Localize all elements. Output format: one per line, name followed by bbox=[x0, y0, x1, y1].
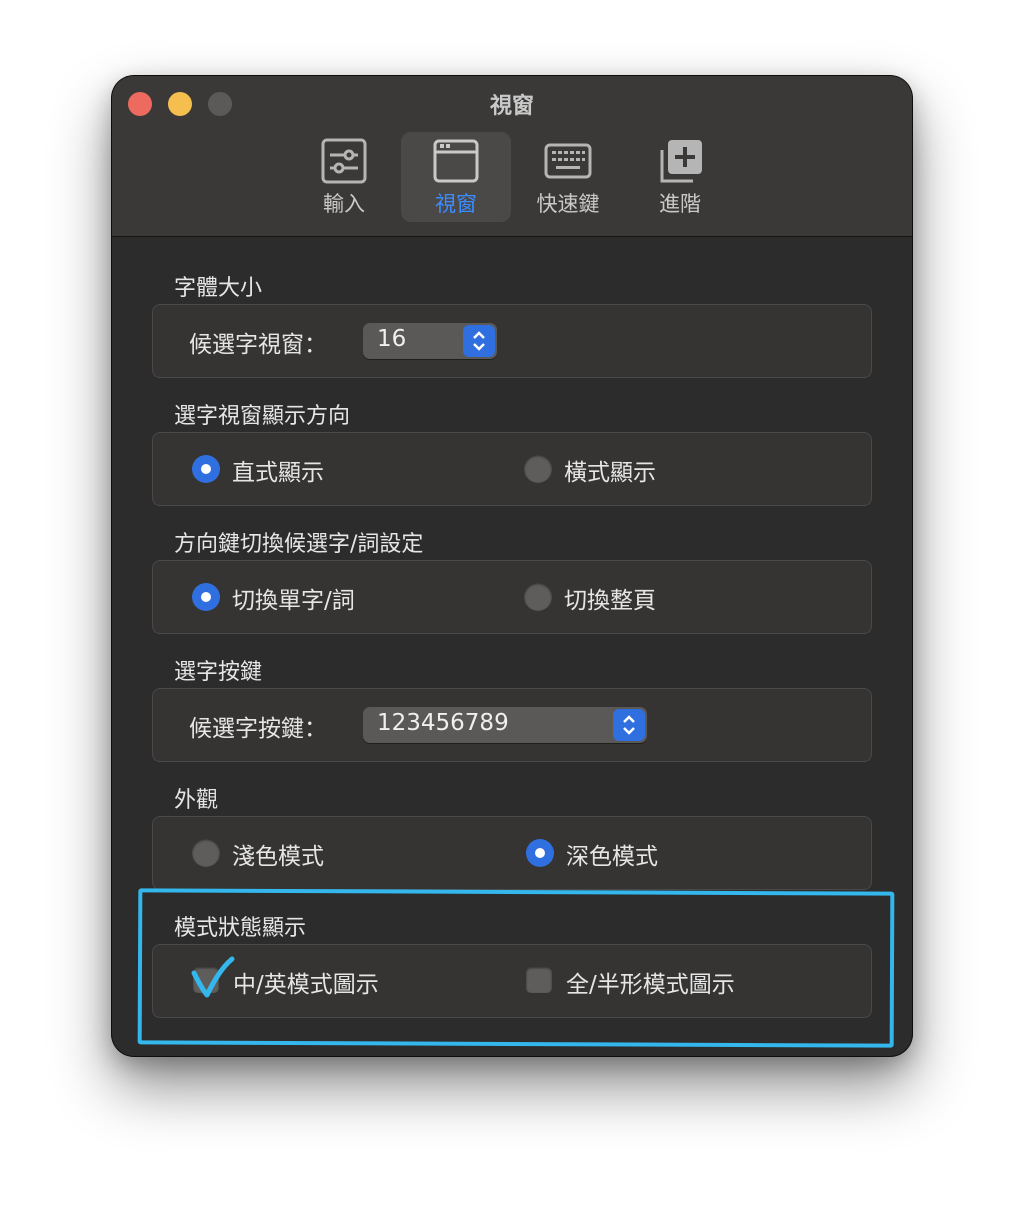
radio-label: 直式顯示 bbox=[232, 460, 324, 486]
font-size-box: 候選字視窗： 16 bbox=[152, 304, 872, 378]
orientation-box: 直式顯示 橫式顯示 bbox=[152, 432, 872, 506]
popup-stepper bbox=[463, 325, 495, 357]
tab-label: 進階 bbox=[659, 192, 701, 216]
tab-input[interactable]: 輸入 bbox=[289, 132, 399, 222]
section-title-font-size: 字體大小 bbox=[174, 276, 263, 301]
window-title: 視窗 bbox=[489, 94, 534, 119]
section-title-appearance: 外觀 bbox=[174, 788, 219, 813]
radio-button[interactable] bbox=[526, 839, 554, 867]
candidate-keys-label: 候選字按鍵： bbox=[189, 716, 327, 742]
radio-label: 切換整頁 bbox=[564, 588, 656, 614]
radio-label: 橫式顯示 bbox=[564, 460, 656, 486]
chevron-up-down-icon bbox=[473, 331, 485, 351]
tab-advanced[interactable]: 進階 bbox=[625, 132, 735, 222]
section-title-mode-status: 模式狀態顯示 bbox=[174, 916, 307, 941]
sliders-icon bbox=[321, 138, 367, 184]
radio-label: 淺色模式 bbox=[232, 844, 324, 870]
tab-window[interactable]: 視窗 bbox=[401, 132, 511, 222]
window-icon bbox=[433, 139, 479, 183]
select-keys-popup[interactable]: 123456789 bbox=[363, 707, 647, 743]
tab-label: 視窗 bbox=[435, 192, 477, 216]
mode-status-box: 中/英模式圖示 全/半形模式圖示 bbox=[152, 944, 872, 1018]
radio-label: 切換單字/詞 bbox=[232, 588, 355, 614]
font-size-value: 16 bbox=[377, 326, 407, 352]
chevron-up-down-icon bbox=[623, 715, 635, 735]
tab-shortcuts[interactable]: 快速鍵 bbox=[513, 132, 623, 222]
checkbox-label: 全/半形模式圖示 bbox=[566, 972, 735, 998]
popup-stepper bbox=[613, 709, 645, 741]
section-title-arrow-keys: 方向鍵切換候選字/詞設定 bbox=[174, 532, 424, 557]
arrow-keys-box: 切換單字/詞 切換整頁 bbox=[152, 560, 872, 634]
add-squares-icon bbox=[660, 140, 702, 183]
preferences-window: 視窗 輸入 視窗 快速鍵 進階 字體大小 候選字視窗： 16 選字視窗顯示方向 … bbox=[112, 76, 912, 1056]
select-keys-value: 123456789 bbox=[377, 710, 509, 736]
appearance-box: 淺色模式 深色模式 bbox=[152, 816, 872, 890]
font-size-popup[interactable]: 16 bbox=[363, 323, 497, 359]
radio-button[interactable] bbox=[524, 455, 552, 483]
hand-drawn-check-icon bbox=[191, 956, 235, 998]
radio-button[interactable] bbox=[524, 583, 552, 611]
tab-label: 快速鍵 bbox=[536, 192, 600, 216]
checkbox-label: 中/英模式圖示 bbox=[233, 972, 379, 998]
select-keys-box: 候選字按鍵： 123456789 bbox=[152, 688, 872, 762]
radio-label: 深色模式 bbox=[566, 844, 658, 870]
section-title-select-keys: 選字按鍵 bbox=[174, 660, 263, 685]
window-pane: 字體大小 候選字視窗： 16 選字視窗顯示方向 直式顯示 橫式顯示 方向鍵切換候… bbox=[112, 237, 912, 1056]
checkbox[interactable] bbox=[526, 967, 552, 993]
section-title-orientation: 選字視窗顯示方向 bbox=[174, 404, 351, 429]
candidate-window-label: 候選字視窗： bbox=[189, 332, 327, 358]
radio-button[interactable] bbox=[192, 455, 220, 483]
radio-button[interactable] bbox=[192, 583, 220, 611]
keyboard-icon bbox=[544, 143, 592, 179]
radio-button[interactable] bbox=[192, 839, 220, 867]
title-bar: 視窗 輸入 視窗 快速鍵 進階 bbox=[112, 76, 912, 237]
tab-label: 輸入 bbox=[323, 192, 365, 216]
